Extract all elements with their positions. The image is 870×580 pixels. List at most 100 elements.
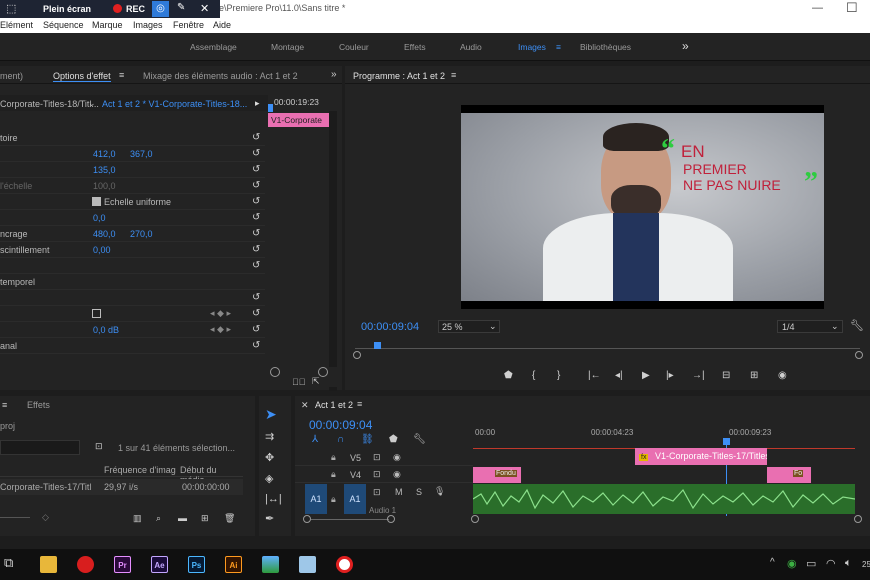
reset-icon[interactable]: ↺ — [252, 261, 262, 271]
timeline-timecode[interactable]: 00:00:09:04 — [309, 418, 372, 432]
fullscreen-button[interactable]: Plein écran — [43, 4, 91, 14]
program-menu-icon[interactable]: ≡ — [451, 70, 456, 80]
rec-button[interactable]: REC — [126, 4, 145, 14]
tab-menu-icon[interactable]: ≡ — [119, 70, 124, 80]
workspace-audio[interactable]: Audio — [460, 42, 482, 52]
checkbox[interactable] — [92, 309, 101, 318]
property-value[interactable]: 0,0 — [93, 213, 106, 223]
property-value[interactable]: 0,0 dB — [93, 325, 119, 335]
mute-button[interactable]: M — [395, 487, 403, 497]
scrubber-handle-right[interactable] — [855, 351, 863, 359]
sync-lock-icon[interactable]: ⊡ — [373, 452, 381, 463]
property-value-2[interactable]: 270,0 — [130, 229, 153, 239]
chevron-down-icon[interactable]: ⌄ — [88, 98, 96, 109]
title-clip-v5[interactable]: fx V1-Corporate-Titles-17/Titles — [635, 448, 767, 465]
razor-icon[interactable]: ◈ — [265, 472, 273, 485]
property-value[interactable]: 412,0 — [93, 149, 116, 159]
lock-icon[interactable]: 🔒︎ — [331, 494, 336, 505]
settings-wrench-icon[interactable]: 🔧︎ — [413, 434, 426, 445]
menu-sequence[interactable]: Séquence — [43, 20, 84, 30]
effect-property-row[interactable]: ncrage 480,0 270,0 ↺ — [0, 226, 265, 242]
audio-clip-a1[interactable] — [473, 484, 855, 514]
timeline-zoom-right[interactable] — [387, 515, 395, 523]
zoom-dropdown[interactable]: 25 % ⌄ — [438, 320, 500, 333]
timeline-scroll-right[interactable] — [854, 515, 862, 523]
workspace-images[interactable]: Images — [518, 42, 546, 52]
quality-dropdown[interactable]: 1/4 ⌄ — [777, 320, 843, 333]
webcam-icon[interactable]: ◎ — [152, 1, 169, 17]
program-title[interactable]: Programme : Act 1 et 2 — [353, 71, 445, 81]
after-effects-icon[interactable]: Ae — [151, 556, 168, 573]
program-timecode[interactable]: 00:00:09:04 — [361, 321, 419, 333]
minimize-icon[interactable]: — — [812, 2, 823, 14]
menu-images[interactable]: Images — [133, 20, 163, 30]
reset-icon[interactable]: ↺ — [252, 341, 262, 351]
clip-v4-a[interactable]: Fondu — [473, 467, 521, 483]
icon-size-slider[interactable] — [0, 517, 30, 518]
property-value[interactable]: 0,00 — [93, 245, 111, 255]
export-frame-icon[interactable]: ◉ — [778, 370, 787, 381]
more-workspaces-icon[interactable]: » — [682, 39, 689, 53]
new-bin-icon[interactable]: ▬ — [178, 513, 187, 523]
photos-icon[interactable] — [262, 556, 279, 573]
ripple-edit-icon[interactable]: ✥ — [265, 451, 274, 464]
transition-label-1[interactable]: Fondu — [495, 470, 517, 477]
premiere-icon[interactable]: Pr — [114, 556, 131, 573]
lock-icon[interactable]: 🔒︎ — [331, 452, 336, 463]
reset-icon[interactable]: ↺ — [252, 309, 262, 319]
panel-overflow-icon[interactable]: » — [331, 69, 337, 80]
opera-icon[interactable] — [77, 556, 94, 573]
automate-icon[interactable]: ▥ — [133, 513, 142, 524]
effect-property-row[interactable]: 412,0 367,0 ↺ — [0, 146, 265, 162]
workspace-couleur[interactable]: Couleur — [339, 42, 369, 52]
step-forward-icon[interactable]: |▸ — [666, 370, 674, 381]
effect-property-row[interactable]: 0,0 ↺ — [0, 210, 265, 226]
eye-icon[interactable]: ◉ — [393, 452, 401, 463]
transition-label-2[interactable]: Fo — [793, 470, 804, 477]
effect-scrollbar[interactable] — [329, 111, 337, 391]
zoom-handle-left[interactable] — [270, 367, 280, 377]
menu-aide[interactable]: Aide — [213, 20, 231, 30]
photoshop-icon[interactable]: Ps — [188, 556, 205, 573]
trash-icon[interactable]: 🗑︎ — [224, 513, 235, 524]
slider-handle-icon[interactable]: ◇ — [42, 512, 49, 523]
close-recorder-icon[interactable]: ✕ — [200, 2, 209, 15]
effect-property-row[interactable]: ↺ — [0, 290, 265, 306]
slip-icon[interactable]: |↔| — [265, 493, 282, 505]
workspace-montage[interactable]: Montage — [271, 42, 304, 52]
tab-audio-mixer[interactable]: Mixage des éléments audio : Act 1 et 2 — [143, 71, 298, 81]
play-icon[interactable]: ▶ — [642, 370, 650, 381]
linked-selection-icon[interactable]: ⛓ — [361, 434, 374, 445]
scrubber-handle-left[interactable] — [353, 351, 361, 359]
uniform-scale-checkbox[interactable] — [92, 197, 101, 206]
network-icon[interactable]: ◠ — [826, 557, 836, 570]
timeline-zoom-bar[interactable] — [311, 519, 389, 520]
export-icon[interactable]: ⇱ — [312, 376, 320, 387]
selection-tool-icon[interactable]: ➤ — [265, 406, 277, 423]
program-playhead[interactable] — [374, 342, 381, 349]
tab-effect-options[interactable]: Options d'effet — [53, 71, 111, 82]
tray-chevron-icon[interactable]: ^ — [770, 557, 775, 568]
menu-fenetre[interactable]: Fenêtre — [173, 20, 204, 30]
mic-icon[interactable]: 🎙︎ — [434, 486, 445, 497]
timeline-scroll-left[interactable] — [471, 515, 479, 523]
filter-icon[interactable]: ▸⃝ — [292, 377, 306, 387]
step-back-icon[interactable]: ◂| — [615, 370, 623, 381]
pen-tool-icon[interactable]: ✒ — [265, 512, 274, 525]
track-select-icon[interactable]: ⇉ — [265, 430, 274, 443]
go-to-in-icon[interactable]: |← — [588, 370, 601, 381]
effect-property-row[interactable]: l'échelle 100,0 ↺ — [0, 178, 265, 194]
play-only-audio-icon[interactable]: ▸ — [255, 98, 260, 109]
tab-effects[interactable]: Effets — [27, 400, 50, 410]
eye-icon[interactable]: ◉ — [393, 469, 401, 480]
effect-property-row[interactable]: 135,0 ↺ — [0, 162, 265, 178]
sync-lock-icon[interactable]: ⊡ — [373, 487, 381, 498]
pen-icon[interactable]: ✎ — [177, 2, 185, 13]
lift-icon[interactable]: ⊟ — [722, 370, 730, 381]
illustrator-icon[interactable]: Ai — [225, 556, 242, 573]
effect-property-row[interactable]: ◂ ◆ ▸ ↺ — [0, 306, 265, 322]
solo-button[interactable]: S — [416, 487, 422, 497]
effect-property-row[interactable]: scintillement 0,00 ↺ — [0, 242, 265, 258]
snap-icon[interactable]: ∩ — [337, 434, 344, 445]
mark-out-icon[interactable]: } — [557, 370, 560, 381]
